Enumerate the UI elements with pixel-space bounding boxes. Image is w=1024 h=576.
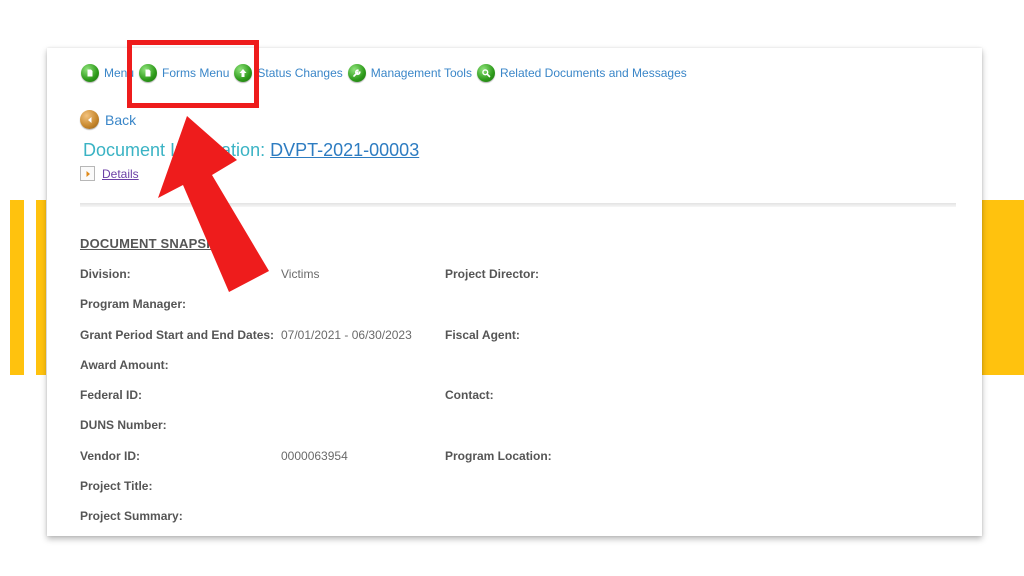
document-icon [81, 64, 99, 82]
magnifier-icon [476, 64, 495, 82]
field-label-project-director: Project Director: [445, 267, 540, 281]
document-card: Menu Forms Menu Status Changes Managemen… [47, 48, 982, 536]
field-label-federal-id: Federal ID: [80, 388, 143, 402]
title-prefix: Document Information: [83, 140, 266, 160]
field-label-project-summary: Project Summary: [80, 509, 183, 523]
wrench-icon [347, 64, 366, 82]
expand-arrow-icon [80, 166, 95, 181]
field-value-division: Victims [281, 267, 320, 281]
field-label-vendor-id: Vendor ID: [80, 449, 141, 463]
details-link[interactable]: Details [80, 166, 139, 181]
nav-label-status-changes: Status Changes [257, 66, 343, 80]
details-label: Details [102, 166, 139, 181]
back-label: Back [105, 111, 137, 128]
snapshot-title: DOCUMENT SNAPSHOT [80, 236, 235, 251]
document-id-link[interactable]: DVPT-2021-00003 [270, 140, 419, 160]
field-value-vendor-id: 0000063954 [281, 449, 348, 463]
decor-yellow-bar-right [982, 200, 1024, 375]
decor-yellow-bar-left-inner [36, 200, 46, 375]
field-label-program-manager: Program Manager: [80, 297, 187, 311]
back-arrow-icon [80, 110, 99, 129]
field-label-fiscal-agent: Fiscal Agent: [445, 328, 520, 342]
back-link[interactable]: Back [80, 110, 136, 129]
nav-item-management-tools[interactable]: Management Tools [347, 64, 472, 82]
page-title: Document Information: DVPT-2021-00003 [83, 140, 419, 161]
field-label-contact: Contact: [445, 388, 494, 402]
decor-yellow-bar-left-outer [10, 200, 24, 375]
field-value-grant-period: 07/01/2021 - 06/30/2023 [281, 328, 412, 342]
field-label-program-location: Program Location: [445, 449, 552, 463]
section-divider [80, 203, 956, 207]
field-label-division: Division: [80, 267, 131, 281]
field-label-award-amount: Award Amount: [80, 358, 169, 372]
highlight-box [127, 40, 259, 108]
nav-item-related-documents[interactable]: Related Documents and Messages [476, 64, 687, 82]
nav-label-management-tools: Management Tools [370, 66, 472, 80]
field-label-project-title: Project Title: [80, 479, 153, 493]
field-label-duns-number: DUNS Number: [80, 418, 167, 432]
field-label-grant-period: Grant Period Start and End Dates: [80, 328, 275, 342]
nav-label-related-documents: Related Documents and Messages [499, 66, 687, 80]
